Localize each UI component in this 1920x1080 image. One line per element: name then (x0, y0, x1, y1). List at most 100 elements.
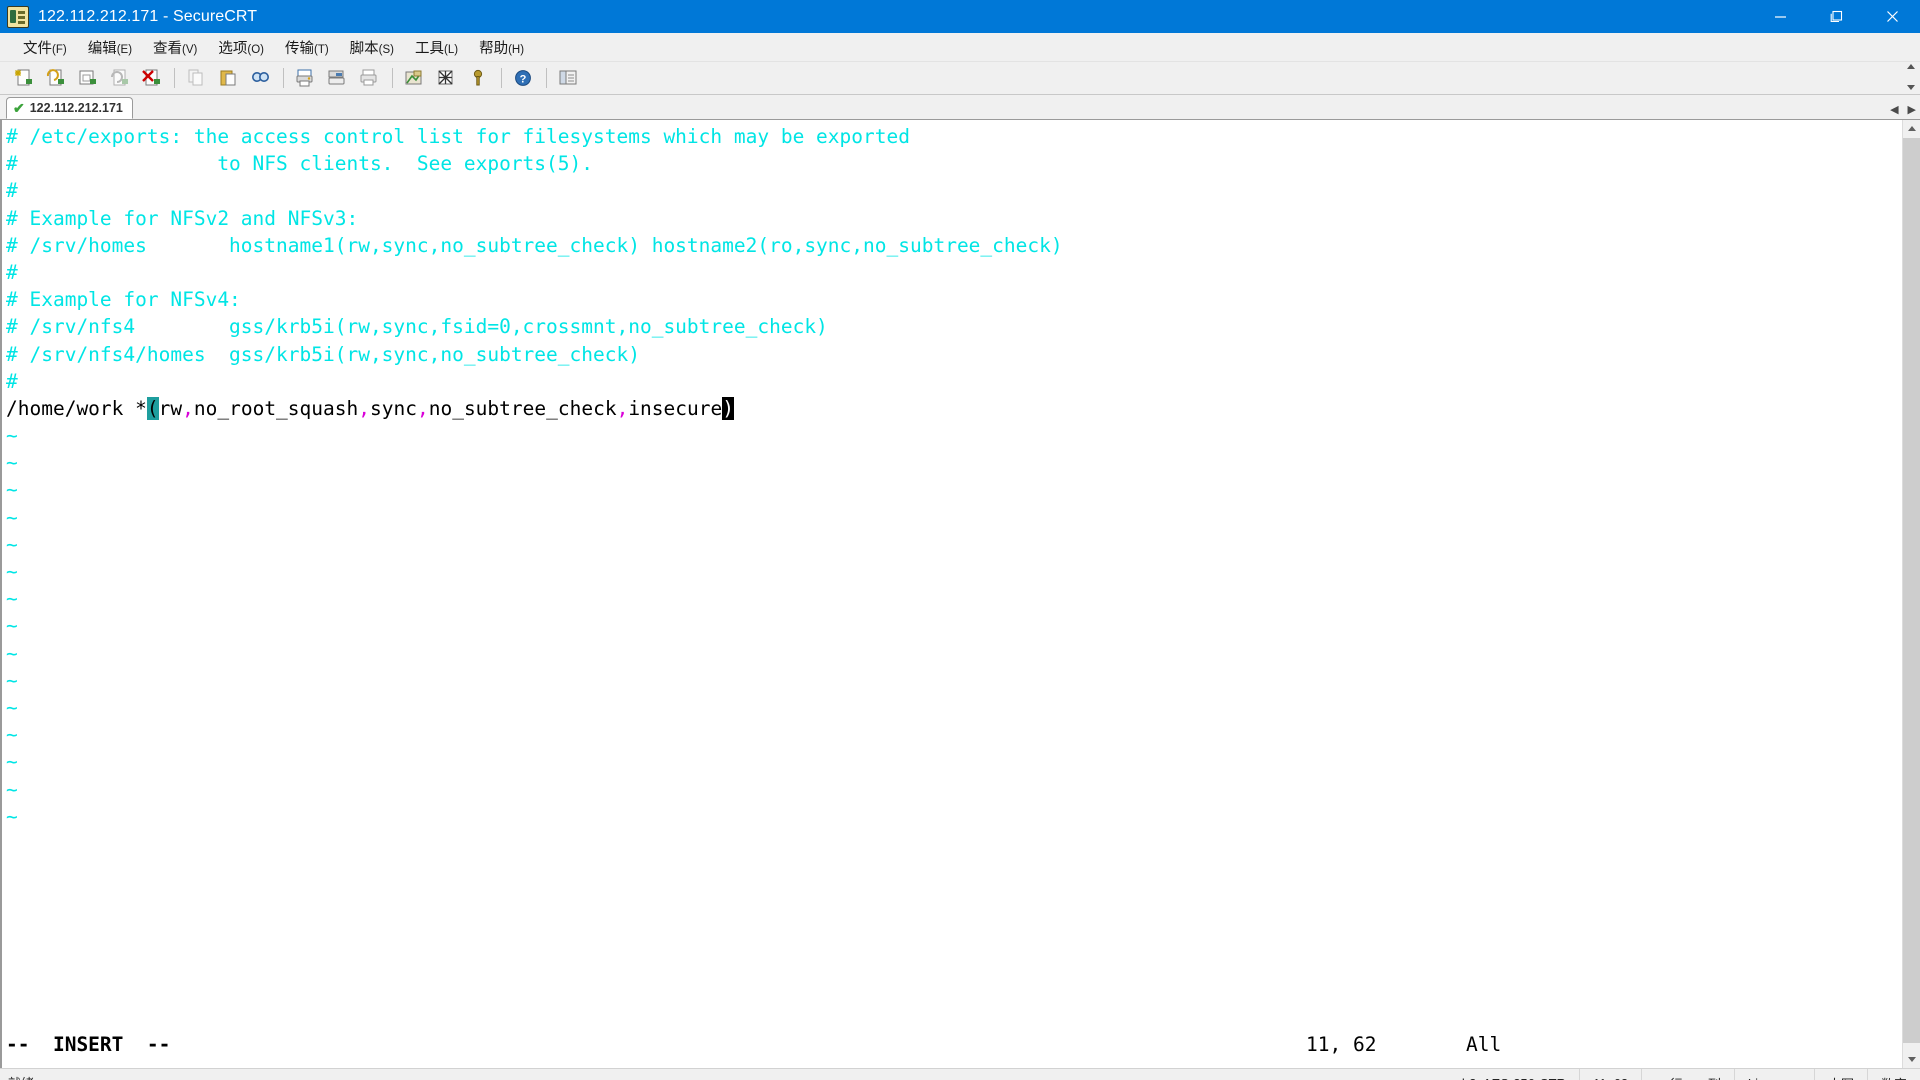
status-cursor-position: 11, 62 (1579, 1069, 1641, 1080)
copy-icon[interactable] (181, 64, 212, 93)
disconnect-icon[interactable] (136, 64, 167, 93)
close-button[interactable] (1864, 0, 1920, 33)
paste-icon[interactable] (213, 64, 244, 93)
connect-local-shell-icon[interactable] (72, 64, 103, 93)
terminal-line: ~ (6, 585, 1902, 612)
toolbar-separator-2 (283, 68, 284, 88)
window-title: 122.112.212.171 - SecureCRT (38, 8, 257, 26)
terminal-text-span: no_subtree_check (429, 397, 617, 420)
menu-tools[interactable]: 工具(L) (406, 34, 467, 61)
scroll-up-icon[interactable] (1903, 120, 1920, 137)
menu-script-label: 脚本 (350, 41, 379, 57)
terminal-text-span: /home/work * (6, 397, 147, 420)
menu-edit[interactable]: 编辑(E) (79, 34, 141, 61)
scroll-down-icon[interactable] (1903, 1051, 1920, 1068)
print-screen-icon[interactable] (290, 64, 321, 93)
tab-next-icon[interactable]: ▶ (1908, 105, 1916, 116)
svg-text:?: ? (520, 73, 527, 85)
maximize-button[interactable] (1808, 0, 1864, 33)
scrollbar-thumb[interactable] (1903, 138, 1920, 1043)
terminal-line: ~ (6, 640, 1902, 667)
menu-help[interactable]: 帮助(H) (470, 34, 533, 61)
terminal-line: ~ (6, 449, 1902, 476)
terminal-text-span: ~ (6, 506, 18, 529)
vim-ruler: 11, 62 (1306, 1033, 1376, 1056)
terminal-text-span: sync (370, 397, 417, 420)
session-options-icon[interactable] (399, 64, 430, 93)
terminal-text-span: ~ (6, 587, 18, 610)
terminal-screen[interactable]: # /etc/exports: the access control list … (0, 120, 1902, 1068)
menu-tools-mnemonic: (L) (444, 44, 458, 56)
terminal-text-span: # (6, 261, 18, 284)
menu-view-label: 查看 (153, 41, 182, 57)
terminal-line: ~ (6, 694, 1902, 721)
reconnect-icon[interactable] (104, 64, 135, 93)
terminal-text-span: , (358, 397, 370, 420)
toolbar-separator-1 (174, 68, 175, 88)
terminal-text-span: no_root_squash (194, 397, 358, 420)
terminal-line: # /etc/exports: the access control list … (6, 123, 1902, 150)
print-icon[interactable] (354, 64, 385, 93)
terminal-line: ~ (6, 422, 1902, 449)
terminal-line: ~ (6, 531, 1902, 558)
terminal-text-span: ~ (6, 560, 18, 583)
menu-script[interactable]: 脚本(S) (341, 34, 403, 61)
global-options-icon[interactable] (431, 64, 462, 93)
session-tab-strip: ✔ 122.112.212.171 ◀ ▶ (0, 95, 1920, 120)
key-icon[interactable] (463, 64, 494, 93)
terminal-text-span: ~ (6, 805, 18, 828)
terminal-line: /home/work *(rw,no_root_squash,sync,no_s… (6, 395, 1902, 422)
session-tab[interactable]: ✔ 122.112.212.171 (6, 97, 133, 119)
terminal-line: # to NFS clients. See exports(5). (6, 150, 1902, 177)
terminal-text-span: # /srv/nfs4 gss/krb5i(rw,sync,fsid=0,cro… (6, 315, 828, 338)
log-session-icon[interactable] (322, 64, 353, 93)
menu-transfer-label: 传输 (285, 41, 314, 57)
session-manager-icon[interactable] (553, 64, 584, 93)
terminal-line: # (6, 368, 1902, 395)
menu-help-mnemonic: (H) (508, 44, 524, 56)
terminal-text-span: rw (159, 397, 182, 420)
menu-edit-mnemonic: (E) (117, 44, 132, 56)
terminal-text-span: , (617, 397, 629, 420)
vim-status-line: -- INSERT -- 11, 62 All (6, 1033, 1902, 1056)
terminal-line: ~ (6, 558, 1902, 585)
menu-options-label: 选项 (218, 41, 247, 57)
terminal-line: ~ (6, 748, 1902, 775)
menu-options[interactable]: 选项(O) (209, 34, 273, 61)
terminal-text-span: insecure (628, 397, 722, 420)
menu-view[interactable]: 查看(V) (144, 34, 206, 61)
window-controls (1752, 0, 1920, 33)
terminal-text-span: # to NFS clients. See exports(5). (6, 152, 593, 175)
toolbar-scroll-spinner[interactable] (1905, 64, 1917, 90)
terminal-scrollbar[interactable] (1902, 120, 1920, 1068)
terminal-area: # /etc/exports: the access control list … (0, 120, 1920, 1068)
terminal-text-span: , (182, 397, 194, 420)
terminal-line: ~ (6, 803, 1902, 830)
minimize-button[interactable] (1752, 0, 1808, 33)
find-icon[interactable] (245, 64, 276, 93)
menu-file[interactable]: 文件(F) (14, 34, 76, 61)
terminal-text-span: # Example for NFSv2 and NFSv3: (6, 207, 358, 230)
window-title-bar[interactable]: 122.112.212.171 - SecureCRT (0, 0, 1920, 33)
new-session-icon[interactable] (8, 64, 39, 93)
menu-file-label: 文件 (23, 41, 52, 57)
status-bar: 就绪 ssh2: AES-256-CTR 11, 62 27行,125列 Lin… (0, 1068, 1920, 1080)
terminal-text-span: # (6, 370, 18, 393)
terminal-text-span: ~ (6, 451, 18, 474)
help-icon[interactable]: ? (508, 64, 539, 93)
terminal-line: ~ (6, 667, 1902, 694)
status-ready-text: 就绪 (0, 1073, 34, 1080)
terminal-line: # (6, 177, 1902, 204)
terminal-text-span: ~ (6, 696, 18, 719)
toolbar-separator-5 (546, 68, 547, 88)
menu-transfer[interactable]: 传输(T) (276, 34, 338, 61)
terminal-line: ~ (6, 504, 1902, 531)
terminal-text-span: # Example for NFSv4: (6, 288, 241, 311)
tab-prev-icon[interactable]: ◀ (1890, 105, 1898, 116)
terminal-line: ~ (6, 612, 1902, 639)
terminal-line: ~ (6, 476, 1902, 503)
session-tab-label: 122.112.212.171 (30, 101, 123, 115)
connect-icon[interactable] (40, 64, 71, 93)
toolbar-separator-3 (392, 68, 393, 88)
check-icon: ✔ (13, 101, 25, 115)
